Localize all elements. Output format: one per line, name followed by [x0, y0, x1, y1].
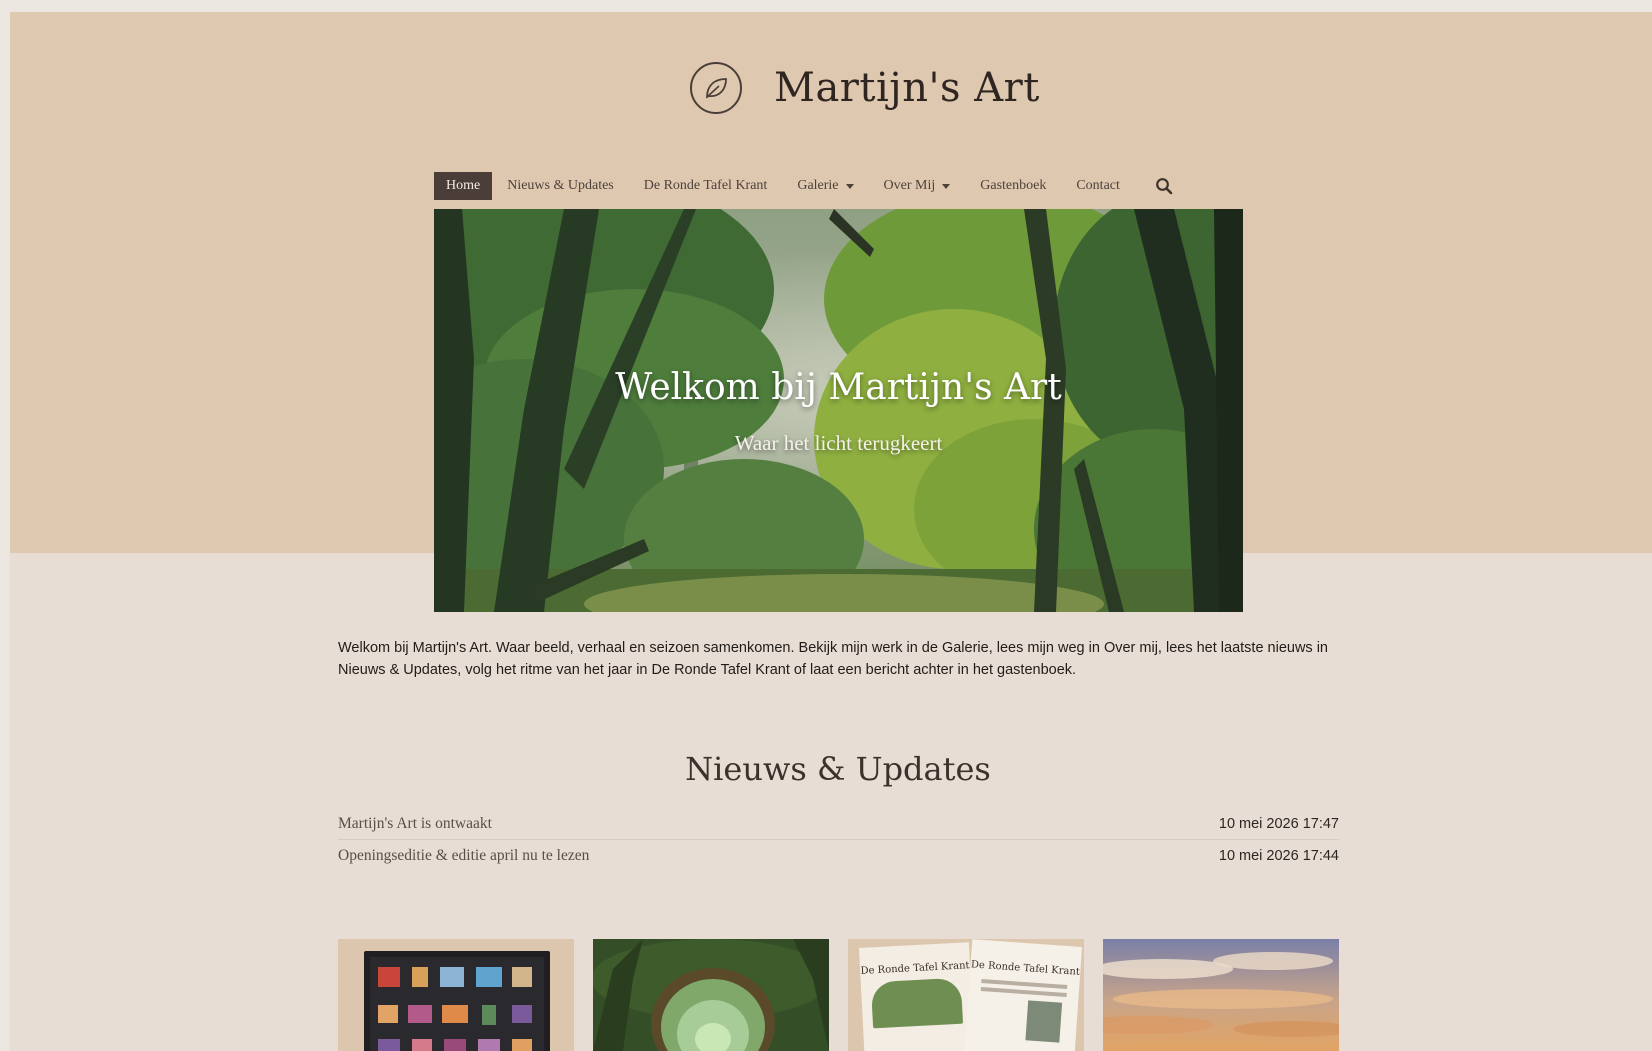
nav-over-mij-label: Over Mij	[883, 178, 936, 193]
list-item[interactable]: Martijn's Art is ontwaakt 10 mei 2026 17…	[338, 808, 1339, 840]
hero-title: Welkom bij Martijn's Art	[615, 367, 1062, 408]
nav-home-label: Home	[446, 178, 481, 193]
text-line	[980, 987, 1067, 998]
news-item-date: 10 mei 2026 17:47	[1218, 815, 1339, 832]
feature-thumbnails: De Ronde Tafel Krant De Ronde Tafel Kran…	[338, 939, 1339, 1051]
sunset-sky-image	[1103, 939, 1339, 1051]
gallery-preview-image	[364, 951, 550, 1051]
nav-over-mij[interactable]: Over Mij	[869, 172, 966, 200]
krant-masthead: De Ronde Tafel Krant	[860, 960, 970, 977]
nav-contact-label: Contact	[1076, 178, 1120, 193]
hero-banner: Welkom bij Martijn's Art Waar het licht …	[434, 209, 1243, 612]
newspaper-illustration	[870, 977, 964, 1029]
nav-home[interactable]: Home	[434, 172, 493, 200]
hero-subtitle: Waar het licht terugkeert	[734, 431, 943, 455]
leaf-icon	[690, 62, 742, 114]
nav-krant[interactable]: De Ronde Tafel Krant	[629, 172, 783, 200]
nav-gastenboek-label: Gastenboek	[980, 178, 1047, 193]
nav-news[interactable]: Nieuws & Updates	[492, 172, 629, 200]
news-item-title[interactable]: Martijn's Art is ontwaakt	[338, 815, 492, 833]
site-logo[interactable]: Martijn's Art	[690, 62, 1040, 114]
news-list: Martijn's Art is ontwaakt 10 mei 2026 17…	[338, 808, 1339, 872]
thumbnail-krant[interactable]: De Ronde Tafel Krant De Ronde Tafel Kran…	[848, 939, 1084, 1051]
search-icon[interactable]	[1153, 175, 1175, 197]
nav-gastenboek[interactable]: Gastenboek	[965, 172, 1061, 200]
thumbnail-galerie[interactable]	[338, 939, 574, 1051]
nav-galerie[interactable]: Galerie	[782, 172, 868, 200]
caret-down-icon	[942, 183, 951, 189]
thumbnail-over-mij[interactable]	[593, 939, 829, 1051]
page: Martijn's Art Home Nieuws & Updates De R…	[0, 0, 1652, 1051]
list-item[interactable]: Openingseditie & editie april nu te leze…	[338, 840, 1339, 872]
news-item-title[interactable]: Openingseditie & editie april nu te leze…	[338, 847, 589, 865]
caret-down-icon	[845, 183, 854, 189]
nav-galerie-label: Galerie	[797, 178, 839, 193]
nav-krant-label: De Ronde Tafel Krant	[643, 178, 768, 193]
newspaper-page: De Ronde Tafel Krant	[858, 942, 976, 1051]
forest-portal-image	[593, 939, 829, 1051]
newspaper-illustration	[1025, 1000, 1063, 1043]
main-nav: Home Nieuws & Updates De Ronde Tafel Kra…	[434, 171, 1175, 201]
krant-masthead: De Ronde Tafel Krant	[970, 959, 1081, 978]
newspaper-page: De Ronde Tafel Krant	[963, 939, 1083, 1051]
news-heading: Nieuws & Updates	[685, 750, 991, 788]
thumbnail-nieuws[interactable]	[1103, 939, 1339, 1051]
intro-paragraph: Welkom bij Martijn's Art. Waar beeld, ve…	[338, 640, 1328, 678]
nav-news-label: Nieuws & Updates	[507, 178, 614, 193]
site-title: Martijn's Art	[774, 65, 1040, 111]
nav-contact[interactable]: Contact	[1061, 172, 1135, 200]
hero-text: Welkom bij Martijn's Art Waar het licht …	[434, 209, 1243, 612]
news-item-date: 10 mei 2026 17:44	[1218, 848, 1339, 864]
